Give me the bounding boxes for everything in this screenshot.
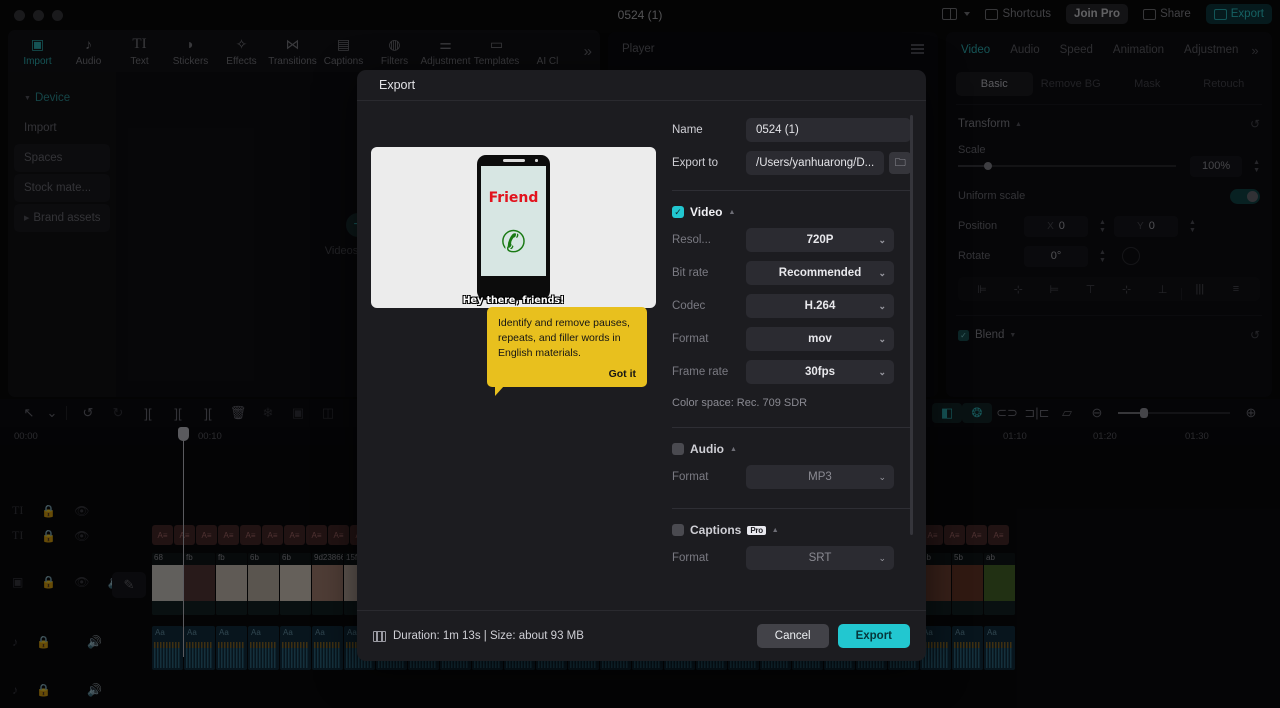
framerate-row: Frame rate 30fps ⌄: [672, 357, 911, 387]
divider: [672, 508, 912, 509]
format-select[interactable]: mov ⌄: [746, 327, 894, 351]
dialog-header: Export: [357, 70, 926, 100]
folder-icon[interactable]: 🗀: [889, 152, 912, 174]
captions-format-label: Format: [672, 552, 709, 564]
chevron-up-icon[interactable]: ▲: [772, 527, 779, 534]
audio-format-select[interactable]: MP3 ⌄: [746, 465, 894, 489]
resolution-row: Resol... 720P ⌄: [672, 225, 911, 255]
framerate-label: Frame rate: [672, 366, 729, 378]
codec-row: Codec H.264 ⌄: [672, 291, 911, 321]
bitrate-select[interactable]: Recommended ⌄: [746, 261, 894, 285]
captions-format-value: SRT: [808, 552, 832, 564]
cancel-button[interactable]: Cancel: [756, 624, 829, 648]
phone-speaker-icon: [502, 159, 525, 162]
tooltip-tail: [495, 386, 504, 396]
captions-checkbox[interactable]: [672, 524, 684, 536]
export-to-label: Export to: [672, 157, 719, 169]
video-section-title: Video: [690, 205, 723, 219]
resolution-select[interactable]: 720P ⌄: [746, 228, 894, 252]
chevron-down-icon: ⌄: [878, 267, 886, 278]
bitrate-label: Bit rate: [672, 267, 709, 279]
name-label: Name: [672, 124, 703, 136]
divider: [672, 190, 912, 191]
phone-call-icon: ✆: [500, 226, 527, 259]
codec-value: H.264: [804, 300, 836, 312]
format-label: Format: [672, 333, 709, 345]
audio-section-title: Audio: [690, 442, 724, 456]
export-to-row: Export to /Users/yanhuarong/D... 🗀: [672, 148, 912, 178]
footer-buttons: Cancel Export: [756, 624, 910, 648]
video-section-header: ✓ Video ▲: [672, 199, 911, 225]
chevron-down-icon: ⌄: [878, 234, 886, 245]
app-window: 0524 (1) Shortcuts Join Pro Share Export: [0, 0, 1280, 708]
codec-label: Codec: [672, 300, 706, 312]
export-confirm-button[interactable]: Export: [837, 624, 910, 648]
chevron-down-icon: ⌄: [878, 366, 886, 377]
chevron-down-icon: ⌄: [878, 333, 886, 344]
captions-section-title: Captions: [690, 523, 742, 537]
chevron-up-icon[interactable]: ▲: [728, 209, 735, 216]
export-preview: Friend ✆ Hey there, friends!: [371, 147, 656, 308]
phone-camera-icon: [535, 159, 538, 162]
feature-tooltip: Identify and remove pauses, repeats, and…: [487, 307, 647, 396]
phone-screen: Friend ✆: [481, 166, 546, 276]
bitrate-value: Recommended: [778, 267, 862, 279]
audio-checkbox[interactable]: [672, 443, 684, 455]
dialog-title: Export: [379, 78, 416, 92]
audio-section-header: Audio ▲: [672, 436, 911, 462]
film-icon: [373, 630, 386, 642]
preview-subtitle: Hey there, friends!: [462, 295, 565, 306]
tooltip-text: Identify and remove pauses, repeats, and…: [498, 317, 630, 359]
framerate-value: 30fps: [804, 366, 836, 378]
captions-section-header: Captions Pro ▲: [672, 517, 911, 543]
resolution-value: 720P: [806, 234, 834, 246]
video-checkbox[interactable]: ✓: [672, 206, 684, 218]
dialog-footer: Duration: 1m 13s | Size: about 93 MB Can…: [357, 611, 926, 661]
name-row: Name 0524 (1): [672, 115, 912, 145]
audio-format-value: MP3: [808, 471, 832, 483]
phone-mockup: Friend ✆ Hey there, friends!: [463, 155, 564, 306]
color-space-note: Color space: Rec. 709 SDR: [672, 397, 808, 409]
export-path-input[interactable]: /Users/yanhuarong/D...: [746, 151, 885, 175]
got-it-button[interactable]: Got it: [609, 368, 636, 380]
chevron-up-icon[interactable]: ▲: [730, 446, 737, 453]
format-row: Format mov ⌄: [672, 324, 911, 354]
preview-title-text: Friend: [488, 190, 539, 206]
captions-format-row: Format SRT ⌄: [672, 543, 911, 573]
name-input[interactable]: 0524 (1): [746, 118, 912, 142]
duration-text: Duration: 1m 13s | Size: about 93 MB: [393, 630, 584, 642]
divider: [672, 427, 912, 428]
chevron-down-icon: ⌄: [878, 300, 886, 311]
framerate-select[interactable]: 30fps ⌄: [746, 360, 894, 384]
chevron-down-icon: ⌄: [878, 471, 886, 482]
captions-format-select[interactable]: SRT ⌄: [746, 546, 894, 570]
export-settings: Name 0524 (1) Export to /Users/yanhuaron…: [656, 115, 914, 621]
audio-format-row: Format MP3 ⌄: [672, 462, 911, 492]
resolution-label: Resol...: [672, 234, 711, 246]
settings-scrollbar[interactable]: [910, 115, 914, 535]
bitrate-row: Bit rate Recommended ⌄: [672, 258, 911, 288]
codec-select[interactable]: H.264 ⌄: [746, 294, 894, 318]
duration-info: Duration: 1m 13s | Size: about 93 MB: [373, 630, 584, 642]
audio-format-label: Format: [672, 471, 709, 483]
format-value: mov: [808, 333, 832, 345]
chevron-down-icon: ⌄: [878, 552, 886, 563]
pro-badge: Pro: [747, 525, 766, 535]
